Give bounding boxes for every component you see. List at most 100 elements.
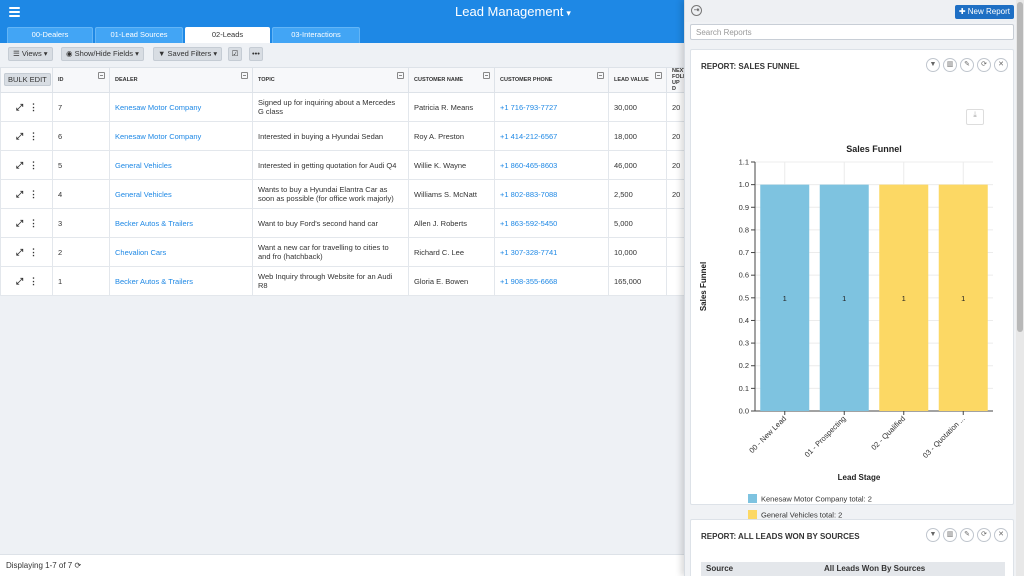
column-header-topic[interactable]: TOPIC [252, 67, 409, 93]
table-row[interactable]: ⤢ ⋮ 5 General Vehicles Interested in gettin… [0, 150, 685, 180]
kebab-menu-icon[interactable]: ⋮ [29, 218, 38, 228]
kebab-menu-icon[interactable]: ⋮ [29, 276, 38, 286]
saved-filters-label: Saved Filters [167, 49, 212, 58]
table-row[interactable]: ⤢ ⋮ 6 Kenesaw Motor Company Interested in b… [0, 121, 685, 151]
expand-icon[interactable]: ⤢ [15, 189, 24, 199]
column-filter-icon[interactable] [483, 72, 490, 79]
cell-customer-phone[interactable]: +1 863-592-5450 [494, 208, 609, 238]
kebab-menu-icon[interactable]: ⋮ [29, 247, 38, 257]
cell-dealer-link[interactable]: General Vehicles [109, 150, 253, 180]
cell-topic: Want to buy Ford's second hand car [252, 208, 409, 238]
show-hide-fields-button[interactable]: ◉ Show/Hide Fields ▾ [61, 47, 144, 61]
kebab-menu-icon[interactable]: ⋮ [29, 131, 38, 141]
page-scrollbar[interactable] [1016, 0, 1024, 576]
y-tick-label: 0.0 [739, 407, 749, 416]
cell-customer-phone[interactable]: +1 414-212-6567 [494, 121, 609, 151]
expand-icon[interactable]: ⤢ [15, 276, 24, 286]
table-row[interactable]: ⤢ ⋮ 2 Chevalion Cars Want a new car for tra… [0, 237, 685, 267]
column-header-next-follow-up[interactable]: NEXT FOLLOW UP D [666, 67, 685, 93]
refresh-icon[interactable]: ⟳ [977, 528, 991, 542]
table-row[interactable]: ⤢ ⋮ 7 Kenesaw Motor Company Signed up for i… [0, 92, 685, 122]
cell-customer-phone[interactable]: +1 307-328-7741 [494, 237, 609, 267]
table-row[interactable]: ⤢ ⋮ 3 Becker Autos & Trailers Want to buy F… [0, 208, 685, 238]
download-icon[interactable]: ⤓ [966, 109, 984, 125]
views-button[interactable]: ☰ Views ▾ [8, 47, 53, 61]
column-label: CUSTOMER NAME [414, 77, 464, 83]
cell-topic: Interested in getting quotation for Audi… [252, 150, 409, 180]
column-filter-icon[interactable] [655, 72, 662, 79]
cell-dealer-link[interactable]: Kenesaw Motor Company [109, 92, 253, 122]
expand-icon[interactable]: ⤢ [15, 102, 24, 112]
cell-customer-name: Willie K. Wayne [408, 150, 495, 180]
collapse-panel-icon[interactable]: ⇥ [691, 5, 702, 16]
search-reports-input[interactable] [690, 24, 1014, 40]
more-options-button[interactable]: ••• [249, 47, 263, 61]
cell-dealer-link[interactable]: Becker Autos & Trailers [109, 266, 253, 296]
chart-svg: Sales Funnel 0.0 0.1 0.2 0.3 0.4 0.5 0.6 0.7 0.8 0… [699, 144, 993, 520]
hamburger-menu-icon[interactable] [9, 7, 20, 17]
new-report-button[interactable]: ✚ New Report [954, 5, 1014, 19]
column-header-lead-value[interactable]: LEAD VALUE [608, 67, 667, 93]
column-header-customer-name[interactable]: CUSTOMER NAME [408, 67, 495, 93]
chart-type-icon[interactable]: ▥ [943, 528, 957, 542]
sales-funnel-report-card: REPORT: SALES FUNNEL ▼ ▥ ✎ ⟳ ✕ Sales Funnel 0… [690, 49, 1014, 520]
app-title: Lead Management [455, 4, 564, 19]
cell-customer-phone[interactable]: +1 802-883-7088 [494, 179, 609, 209]
cell-customer-phone[interactable]: +1 716-793-7727 [494, 92, 609, 122]
cell-customer-phone[interactable]: +1 908-355-6668 [494, 266, 609, 296]
scrollbar-thumb[interactable] [1017, 2, 1023, 332]
tab-dealers[interactable]: 00-Dealers [7, 27, 93, 43]
chevron-down-icon: ▾ [135, 49, 139, 58]
kebab-menu-icon[interactable]: ⋮ [29, 160, 38, 170]
column-filter-icon[interactable] [98, 72, 105, 79]
bulk-edit-button[interactable]: Bulk Edit [4, 72, 51, 86]
cell-dealer-link[interactable]: Chevalion Cars [109, 237, 253, 267]
expand-icon[interactable]: ⤢ [15, 218, 24, 228]
app-title-dropdown[interactable]: Lead Management ▾ [455, 4, 571, 19]
cell-lead-value: 18,000 [608, 121, 667, 151]
column-filter-icon[interactable] [597, 72, 604, 79]
column-filter-icon[interactable] [397, 72, 404, 79]
table-row[interactable]: ⤢ ⋮ 1 Becker Autos & Trailers Web Inquiry t… [0, 266, 685, 296]
chevron-down-icon: ▾ [213, 49, 218, 58]
x-tick-label: 00 - New Lead [747, 414, 788, 455]
cell-lead-value: 30,000 [608, 92, 667, 122]
cell-dealer-link[interactable]: Becker Autos & Trailers [109, 208, 253, 238]
cell-customer-name: Gloria E. Bowen [408, 266, 495, 296]
close-icon[interactable]: ✕ [994, 528, 1008, 542]
report-table-header: Source All Leads Won By Sources [701, 562, 1005, 576]
kebab-menu-icon[interactable]: ⋮ [29, 102, 38, 112]
cell-customer-phone[interactable]: +1 860-465-8603 [494, 150, 609, 180]
column-label: NEXT FOLLOW UP D [672, 68, 684, 92]
refresh-icon[interactable]: ⟳ [977, 58, 991, 72]
chevron-down-icon: ▾ [566, 8, 571, 18]
pin-icon[interactable]: ✎ [960, 58, 974, 72]
cell-id: 2 [52, 237, 110, 267]
report-tools: ▼ ▥ ✎ ⟳ ✕ [923, 58, 1008, 72]
checkbox-select-button[interactable]: ☑ [228, 47, 242, 61]
cell-dealer-link[interactable]: Kenesaw Motor Company [109, 121, 253, 151]
column-header-customer-phone[interactable]: CUSTOMER PHONE [494, 67, 609, 93]
y-tick-label: 0.9 [739, 203, 749, 212]
tab-interactions[interactable]: 03-Interactions [272, 27, 360, 43]
column-filter-icon[interactable] [241, 72, 248, 79]
refresh-icon[interactable]: ⟳ [75, 561, 82, 570]
expand-icon[interactable]: ⤢ [15, 247, 24, 257]
tab-leads[interactable]: 02-Leads [185, 27, 270, 43]
saved-filters-button[interactable]: ▼ Saved Filters ▾ [153, 47, 223, 61]
column-header-id[interactable]: ID [52, 67, 110, 93]
pin-icon[interactable]: ✎ [960, 528, 974, 542]
kebab-menu-icon[interactable]: ⋮ [29, 189, 38, 199]
expand-icon[interactable]: ⤢ [15, 160, 24, 170]
expand-icon[interactable]: ⤢ [15, 131, 24, 141]
cell-dealer-link[interactable]: General Vehicles [109, 179, 253, 209]
table-row[interactable]: ⤢ ⋮ 4 General Vehicles Wants to buy a Hyund… [0, 179, 685, 209]
chart-type-icon[interactable]: ▥ [943, 58, 957, 72]
filter-icon[interactable]: ▼ [926, 58, 940, 72]
filter-icon[interactable]: ▼ [926, 528, 940, 542]
y-tick-label: 0.2 [739, 361, 749, 370]
cell-lead-value: 10,000 [608, 237, 667, 267]
close-icon[interactable]: ✕ [994, 58, 1008, 72]
tab-lead-sources[interactable]: 01-Lead Sources [95, 27, 183, 43]
column-header-dealer[interactable]: DEALER [109, 67, 253, 93]
